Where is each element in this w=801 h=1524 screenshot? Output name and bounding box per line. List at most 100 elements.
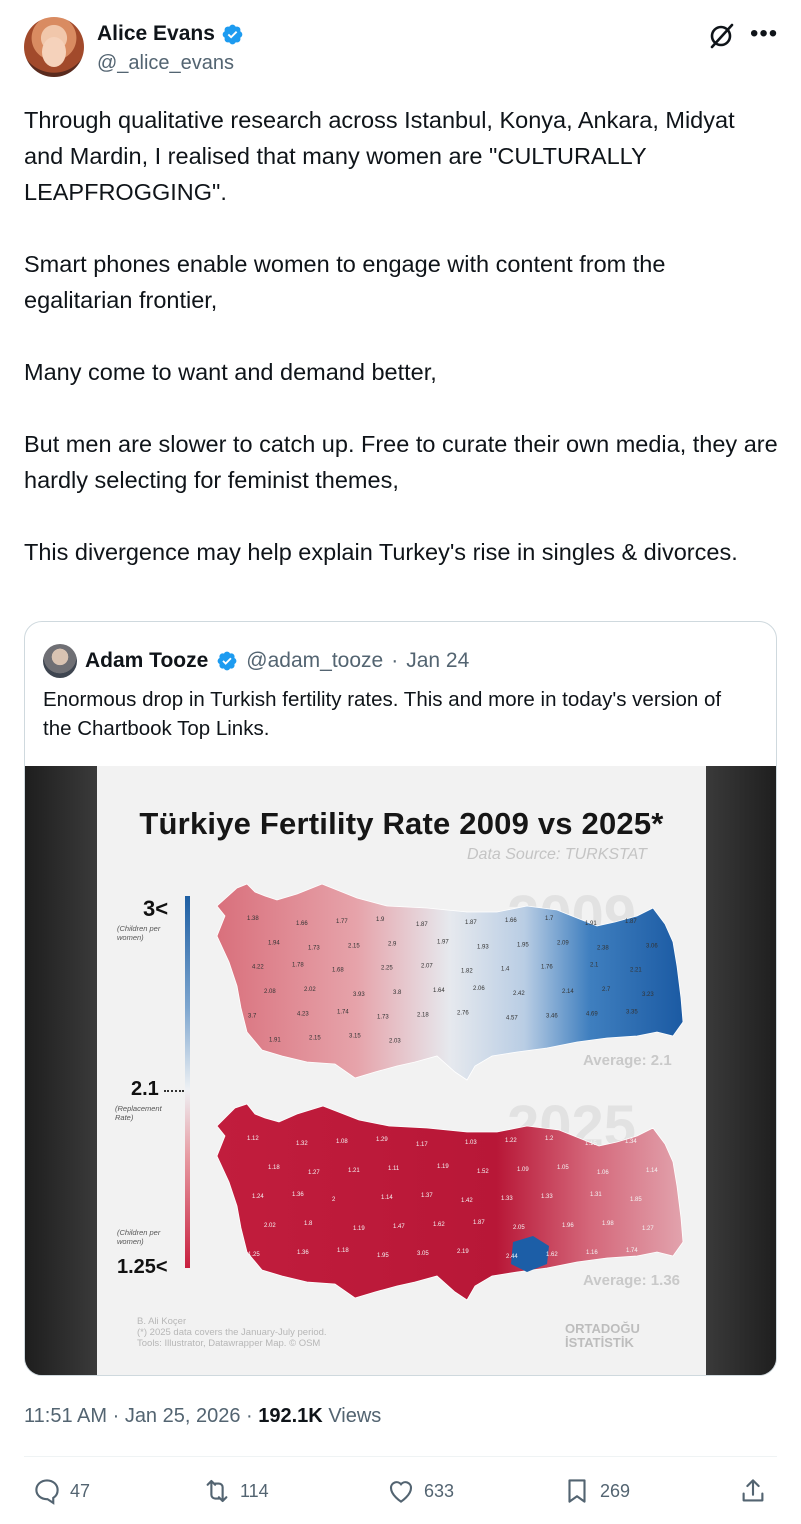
- quoted-media-image[interactable]: Türkiye Fertility Rate 2009 vs 2025* Dat…: [25, 766, 776, 1375]
- province-value-label: 2.1: [590, 963, 599, 969]
- province-value-label: 1.16: [586, 1250, 598, 1256]
- province-value-label: 3.93: [353, 992, 365, 998]
- more-options-icon[interactable]: •••: [750, 21, 778, 47]
- province-value-label: 1.64: [433, 988, 445, 994]
- province-value-label: 1.25: [248, 1252, 260, 1258]
- average-2025: Average: 1.36: [583, 1272, 681, 1289]
- reply-button[interactable]: 47: [32, 1476, 90, 1506]
- province-value-label: 1.62: [433, 1222, 445, 1228]
- like-button[interactable]: 633: [386, 1476, 454, 1506]
- province-value-label: 2.03: [389, 1039, 401, 1045]
- credit-author: B. Ali Koçer: [137, 1316, 187, 1327]
- province-value-label: 1.52: [477, 1169, 489, 1175]
- province-value-label: 1.9: [376, 917, 385, 923]
- poster-brand-logo: ORTADOĞU İSTATİSTİK: [565, 1322, 640, 1350]
- province-value-label: 1.85: [630, 1197, 642, 1203]
- province-value-label: 3.15: [349, 1034, 361, 1040]
- meta-dot: ·: [112, 1405, 125, 1427]
- author-display-name[interactable]: Alice Evans: [97, 22, 215, 46]
- province-value-label: 3.05: [417, 1251, 429, 1257]
- province-value-label: 1.03: [465, 1140, 477, 1146]
- province-value-label: 1.27: [642, 1226, 654, 1232]
- province-value-label: 1.73: [377, 1014, 389, 1020]
- province-value-label: 2.18: [417, 1012, 429, 1018]
- province-value-label: 2.02: [264, 1223, 276, 1229]
- province-value-label: 1.42: [461, 1198, 473, 1204]
- author-name-block: Alice Evans @_alice_evans: [97, 20, 244, 75]
- province-value-label: 1.09: [517, 1167, 529, 1173]
- verified-badge-icon: [222, 24, 243, 44]
- media-backdrop-right: [706, 766, 776, 1375]
- province-value-label: 4.57: [506, 1015, 518, 1021]
- province-value-label: 1.05: [557, 1165, 569, 1171]
- province-value-label: 1.98: [602, 1221, 614, 1227]
- poster-credits: B. Ali Koçer (*) 2025 data covers the Ja…: [137, 1316, 327, 1349]
- province-value-label: 2.42: [513, 991, 525, 997]
- reply-count: 47: [70, 1480, 91, 1501]
- province-value-label: 2.06: [473, 986, 485, 992]
- province-value-label: 1.22: [505, 1138, 517, 1144]
- tweet-actions-bar: 47 114 633 269: [24, 1476, 777, 1516]
- quoted-tweet-text: Enormous drop in Turkish fertility rates…: [43, 688, 722, 740]
- legend-mid-value: 2.1: [131, 1078, 159, 1100]
- tweet-meta: 11:51 AM · Jan 25, 2026 · 192.1K Views: [24, 1405, 381, 1428]
- province-value-label: 1.77: [336, 919, 348, 925]
- province-value-label: 1.74: [626, 1248, 638, 1254]
- province-value-label: 1.34: [625, 1139, 637, 1145]
- reply-icon: [35, 1479, 59, 1505]
- province-value-label: 2.9: [388, 941, 397, 947]
- province-value-label: 1.36: [292, 1192, 304, 1198]
- tweet-time[interactable]: 11:51 AM: [24, 1405, 107, 1427]
- province-value-label: 1.8: [304, 1221, 313, 1227]
- province-value-label: 1.4: [501, 967, 510, 973]
- province-value-label: 4.23: [297, 1011, 309, 1017]
- province-value-label: 2.25: [381, 966, 393, 972]
- province-value-label: 1.33: [541, 1194, 553, 1200]
- views-count: 192.1K: [258, 1405, 323, 1427]
- tweet-paragraph: Through qualitative research across Ista…: [24, 107, 735, 205]
- author-handle[interactable]: @_alice_evans: [97, 52, 244, 75]
- legend-mid-dots: [164, 1090, 184, 1092]
- province-value-label: 1.19: [437, 1164, 449, 1170]
- quoted-author-avatar: [43, 644, 77, 678]
- province-value-label: 3.23: [642, 992, 654, 998]
- province-value-label: 3.7: [248, 1013, 257, 1019]
- tweet-paragraph: This divergence may help explain Turkey'…: [24, 539, 738, 565]
- province-value-label: 1.76: [541, 965, 553, 971]
- brand-line-2: İSTATİSTİK: [565, 1335, 634, 1350]
- province-value-label: 1.74: [337, 1009, 349, 1015]
- province-value-label: 1.21: [348, 1168, 360, 1174]
- province-value-label: 1.62: [546, 1252, 558, 1258]
- credit-tools: Tools: Illustrator, Datawrapper Map. © O…: [137, 1338, 321, 1349]
- tweet-text: Through qualitative research across Ista…: [24, 102, 779, 570]
- tweet-paragraph: Many come to want and demand better,: [24, 359, 437, 385]
- province-value-label: 2.38: [597, 945, 609, 951]
- province-value-label: 2.19: [457, 1249, 469, 1255]
- quoted-tweet-card[interactable]: Adam Tooze @adam_tooze · Jan 24 Enormous…: [24, 621, 777, 1376]
- author-display-name-row[interactable]: Alice Evans: [97, 20, 244, 48]
- province-value-label: 1.24: [252, 1194, 264, 1200]
- legend-bottom-value: 1.25<: [117, 1256, 168, 1278]
- views-label: Views: [328, 1405, 382, 1427]
- share-button[interactable]: [738, 1476, 768, 1506]
- quoted-author-name: Adam Tooze: [85, 649, 209, 672]
- province-value-label: 1.95: [377, 1253, 389, 1259]
- province-value-label: 2.15: [348, 943, 360, 949]
- province-value-label: 2.07: [421, 964, 433, 970]
- province-value-label: 1.18: [268, 1165, 280, 1171]
- repost-button[interactable]: 114: [202, 1476, 269, 1506]
- province-value-label: 1.87: [416, 922, 428, 928]
- legend-top-value: 3<: [143, 896, 169, 921]
- province-value-label: 1.38: [247, 916, 259, 922]
- bookmark-button[interactable]: 269: [562, 1476, 630, 1506]
- tweet-paragraph: Smart phones enable women to engage with…: [24, 251, 666, 313]
- province-value-label: 1.91: [269, 1038, 281, 1044]
- province-value-label: 1.32: [296, 1141, 308, 1147]
- province-value-label: 1.7: [545, 916, 554, 922]
- author-avatar[interactable]: [24, 17, 84, 77]
- province-value-label: 2.14: [562, 989, 574, 995]
- like-count: 633: [424, 1480, 455, 1501]
- tweet-date[interactable]: Jan 25, 2026: [125, 1405, 241, 1427]
- province-value-label: 3.46: [546, 1013, 558, 1019]
- grok-icon[interactable]: [708, 23, 734, 49]
